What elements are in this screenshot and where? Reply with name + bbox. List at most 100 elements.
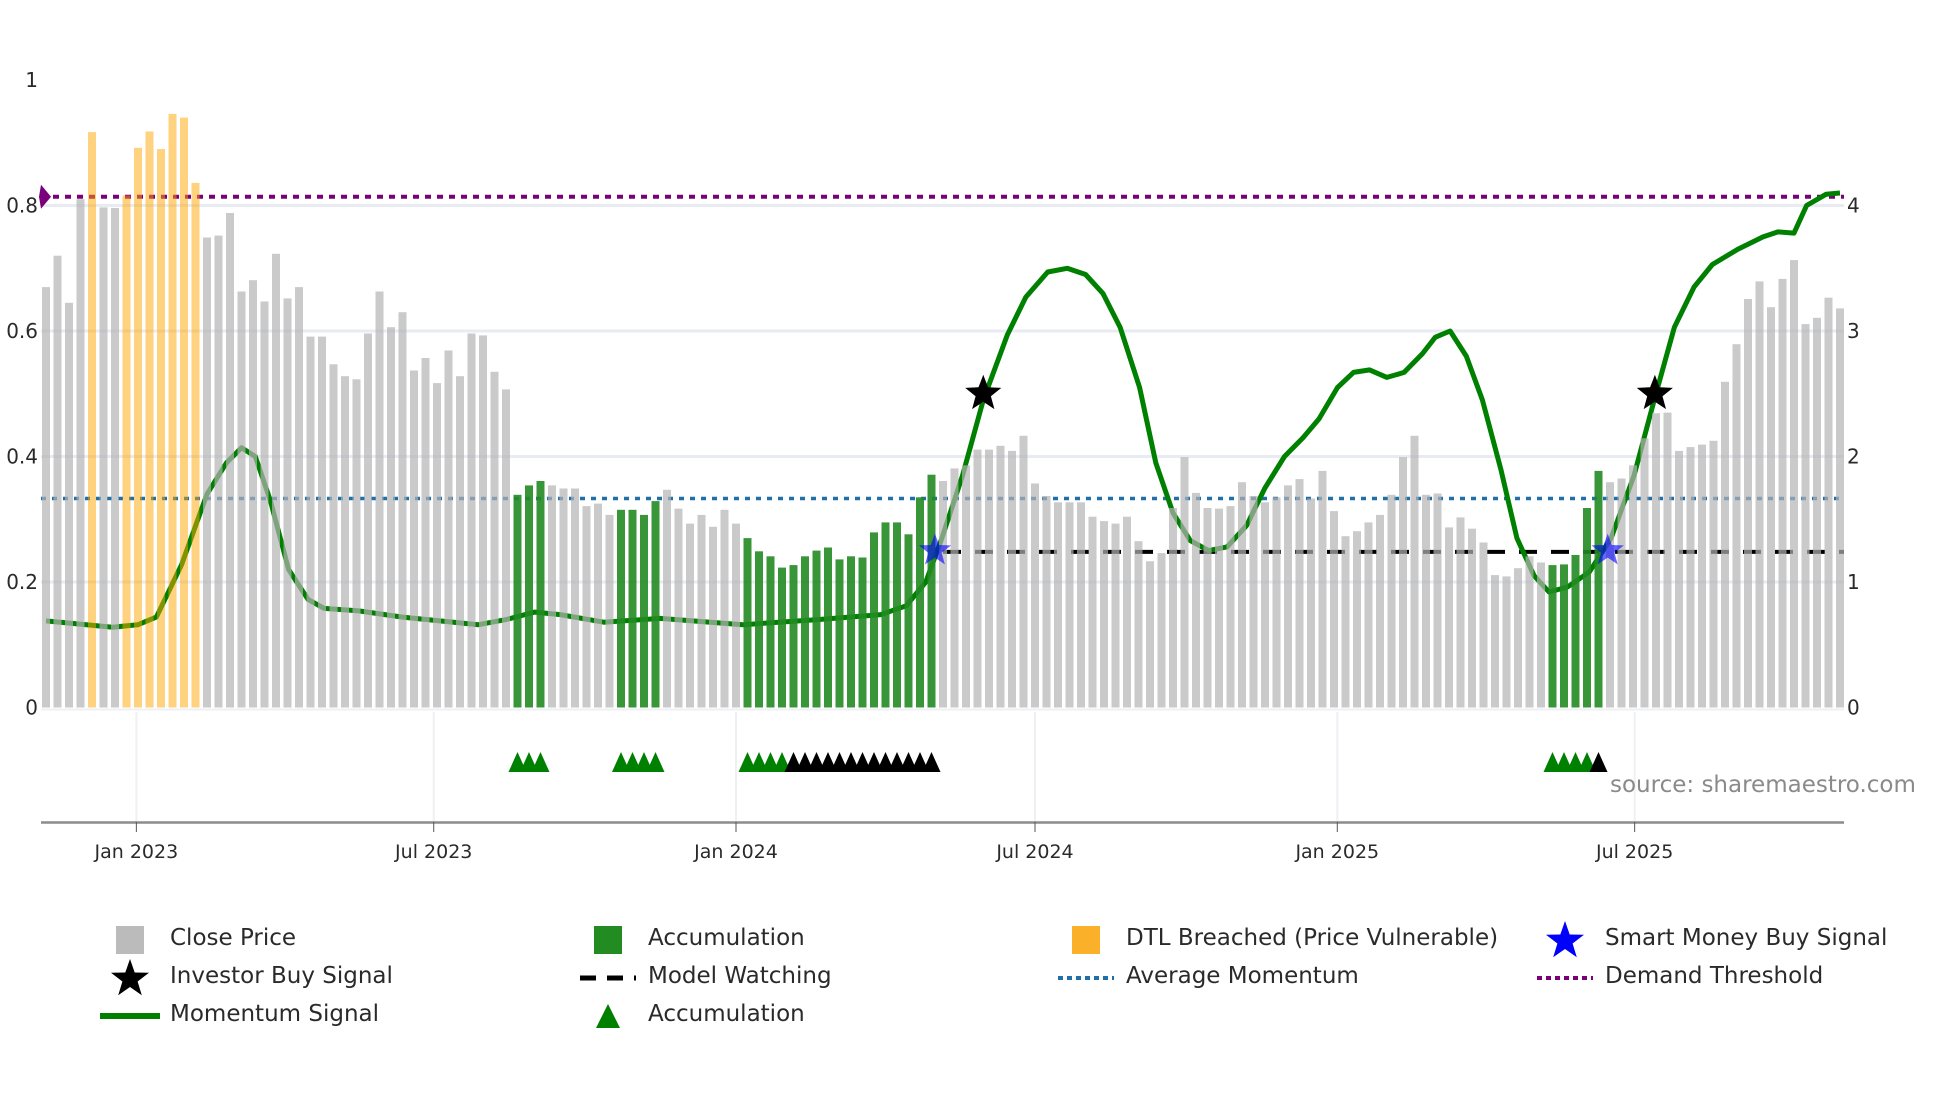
accumulation-bar xyxy=(1560,564,1568,708)
close-price-bar xyxy=(341,376,349,708)
source-annotation: source: sharemaestro.com xyxy=(1610,772,1916,798)
close-price-bar xyxy=(1203,508,1212,708)
dtl-breached-bar xyxy=(122,195,131,708)
close-price-bar xyxy=(962,465,970,708)
accumulation-bar xyxy=(640,514,648,708)
close-price-bar xyxy=(1169,508,1177,708)
close-price-bar xyxy=(720,509,729,708)
blue-dotted-line-icon xyxy=(1056,962,1116,994)
close-price-bar xyxy=(467,333,476,708)
close-price-bar xyxy=(1180,457,1189,708)
close-price-bar xyxy=(1479,542,1488,708)
x-tick-label: Jul 2025 xyxy=(1595,841,1673,863)
close-price-bar xyxy=(996,445,1005,708)
close-price-bar xyxy=(1675,450,1683,708)
legend-label: Demand Threshold xyxy=(1605,963,1824,989)
close-price-bar xyxy=(1836,308,1844,708)
y-right-tick-label: 2 xyxy=(1847,445,1860,469)
accumulation-bar xyxy=(881,522,890,708)
close-price-bar xyxy=(559,488,568,708)
close-price-bar xyxy=(1077,502,1085,708)
close-price-bar xyxy=(1123,516,1131,708)
close-price-bar xyxy=(76,199,85,708)
accumulation-triangle-icon xyxy=(646,752,665,772)
dtl-breached-bar xyxy=(88,132,96,708)
close-price-bar xyxy=(950,468,959,708)
close-price-bar xyxy=(1261,502,1269,708)
legend-label: Model Watching xyxy=(648,963,832,989)
close-price-bar xyxy=(697,514,706,708)
y-right-tick-label: 3 xyxy=(1847,319,1860,343)
accumulation-bar xyxy=(904,534,913,708)
close-price-bar xyxy=(1249,496,1258,708)
close-price-bar xyxy=(1744,299,1752,708)
close-price-bar xyxy=(1422,494,1430,708)
legend-label: DTL Breached (Price Vulnerable) xyxy=(1126,925,1499,951)
close-price-bar xyxy=(594,503,602,708)
x-tick-label: Jan 2025 xyxy=(1294,841,1379,863)
close-price-bar xyxy=(1318,470,1327,708)
close-price-bar xyxy=(1456,517,1465,708)
accumulation-triangle-icon xyxy=(531,752,550,772)
close-price-bar xyxy=(1019,435,1028,708)
close-price-bar xyxy=(1525,556,1534,708)
accumulation-bar xyxy=(870,532,878,708)
close-price-bar xyxy=(42,287,50,708)
close-price-bar xyxy=(1192,492,1200,708)
close-price-bar xyxy=(249,280,257,708)
close-price-bar xyxy=(1146,561,1154,708)
y-left-tick-label: 0.2 xyxy=(6,570,38,594)
close-price-bar xyxy=(1042,496,1051,708)
y-right-tick-label: 0 xyxy=(1847,696,1860,720)
accumulation-bar xyxy=(617,509,625,708)
close-price-bar xyxy=(1824,297,1833,708)
close-price-bar xyxy=(260,301,269,708)
close-price-bar xyxy=(272,253,280,708)
dtl-breached-bar xyxy=(168,113,177,708)
close-price-bar xyxy=(1353,531,1361,708)
close-price-bar xyxy=(421,358,430,708)
legend-label: Momentum Signal xyxy=(170,1001,380,1027)
x-tick-label: Jul 2024 xyxy=(995,841,1073,863)
close-price-bar xyxy=(1732,344,1741,708)
close-price-bar xyxy=(283,298,292,708)
accumulation-bar xyxy=(743,538,752,708)
close-price-bar xyxy=(214,235,223,708)
close-price-bar xyxy=(295,287,303,708)
close-price-bar xyxy=(1698,444,1706,708)
close-price-bar xyxy=(306,336,315,708)
close-price-bar xyxy=(1652,413,1660,708)
x-tick-label: Jan 2023 xyxy=(94,841,179,863)
close-price-bar xyxy=(582,506,591,708)
watching-triangle-icon xyxy=(922,752,941,772)
close-price-bar xyxy=(1617,478,1626,708)
close-price-bar xyxy=(1445,527,1453,708)
dtl-breached-bar xyxy=(180,117,188,708)
close-price-bar xyxy=(1307,498,1315,708)
close-price-bar xyxy=(203,237,211,708)
close-price-bar xyxy=(1134,541,1143,708)
close-price-bar xyxy=(1065,502,1074,708)
dtl-breached-bar xyxy=(157,149,165,708)
legend-label: Investor Buy Signal xyxy=(170,963,393,989)
accumulation-bar xyxy=(1583,508,1591,708)
close-price-bar xyxy=(1606,482,1614,708)
purple-dotted-line-icon xyxy=(1535,962,1595,994)
y-left-tick-label: 0.6 xyxy=(6,319,38,343)
close-price-bar xyxy=(1376,514,1384,708)
accumulation-bar xyxy=(755,551,763,708)
close-price-bar xyxy=(1008,450,1016,708)
close-price-bar xyxy=(1767,307,1775,708)
close-price-bar xyxy=(1284,485,1292,708)
accumulation-bar xyxy=(628,509,637,708)
y-right-tick-label: 1 xyxy=(1847,570,1860,594)
close-price-bar xyxy=(548,485,556,708)
close-price-bar xyxy=(387,327,395,708)
y-left-tick-label: 0.4 xyxy=(6,445,38,469)
legend-label: Accumulation xyxy=(648,1001,805,1027)
close-price-bar xyxy=(1111,523,1120,708)
close-price-bar xyxy=(226,213,234,708)
close-price-bar xyxy=(1088,516,1097,708)
close-price-bar xyxy=(65,302,73,708)
close-price-bar xyxy=(1686,447,1695,708)
